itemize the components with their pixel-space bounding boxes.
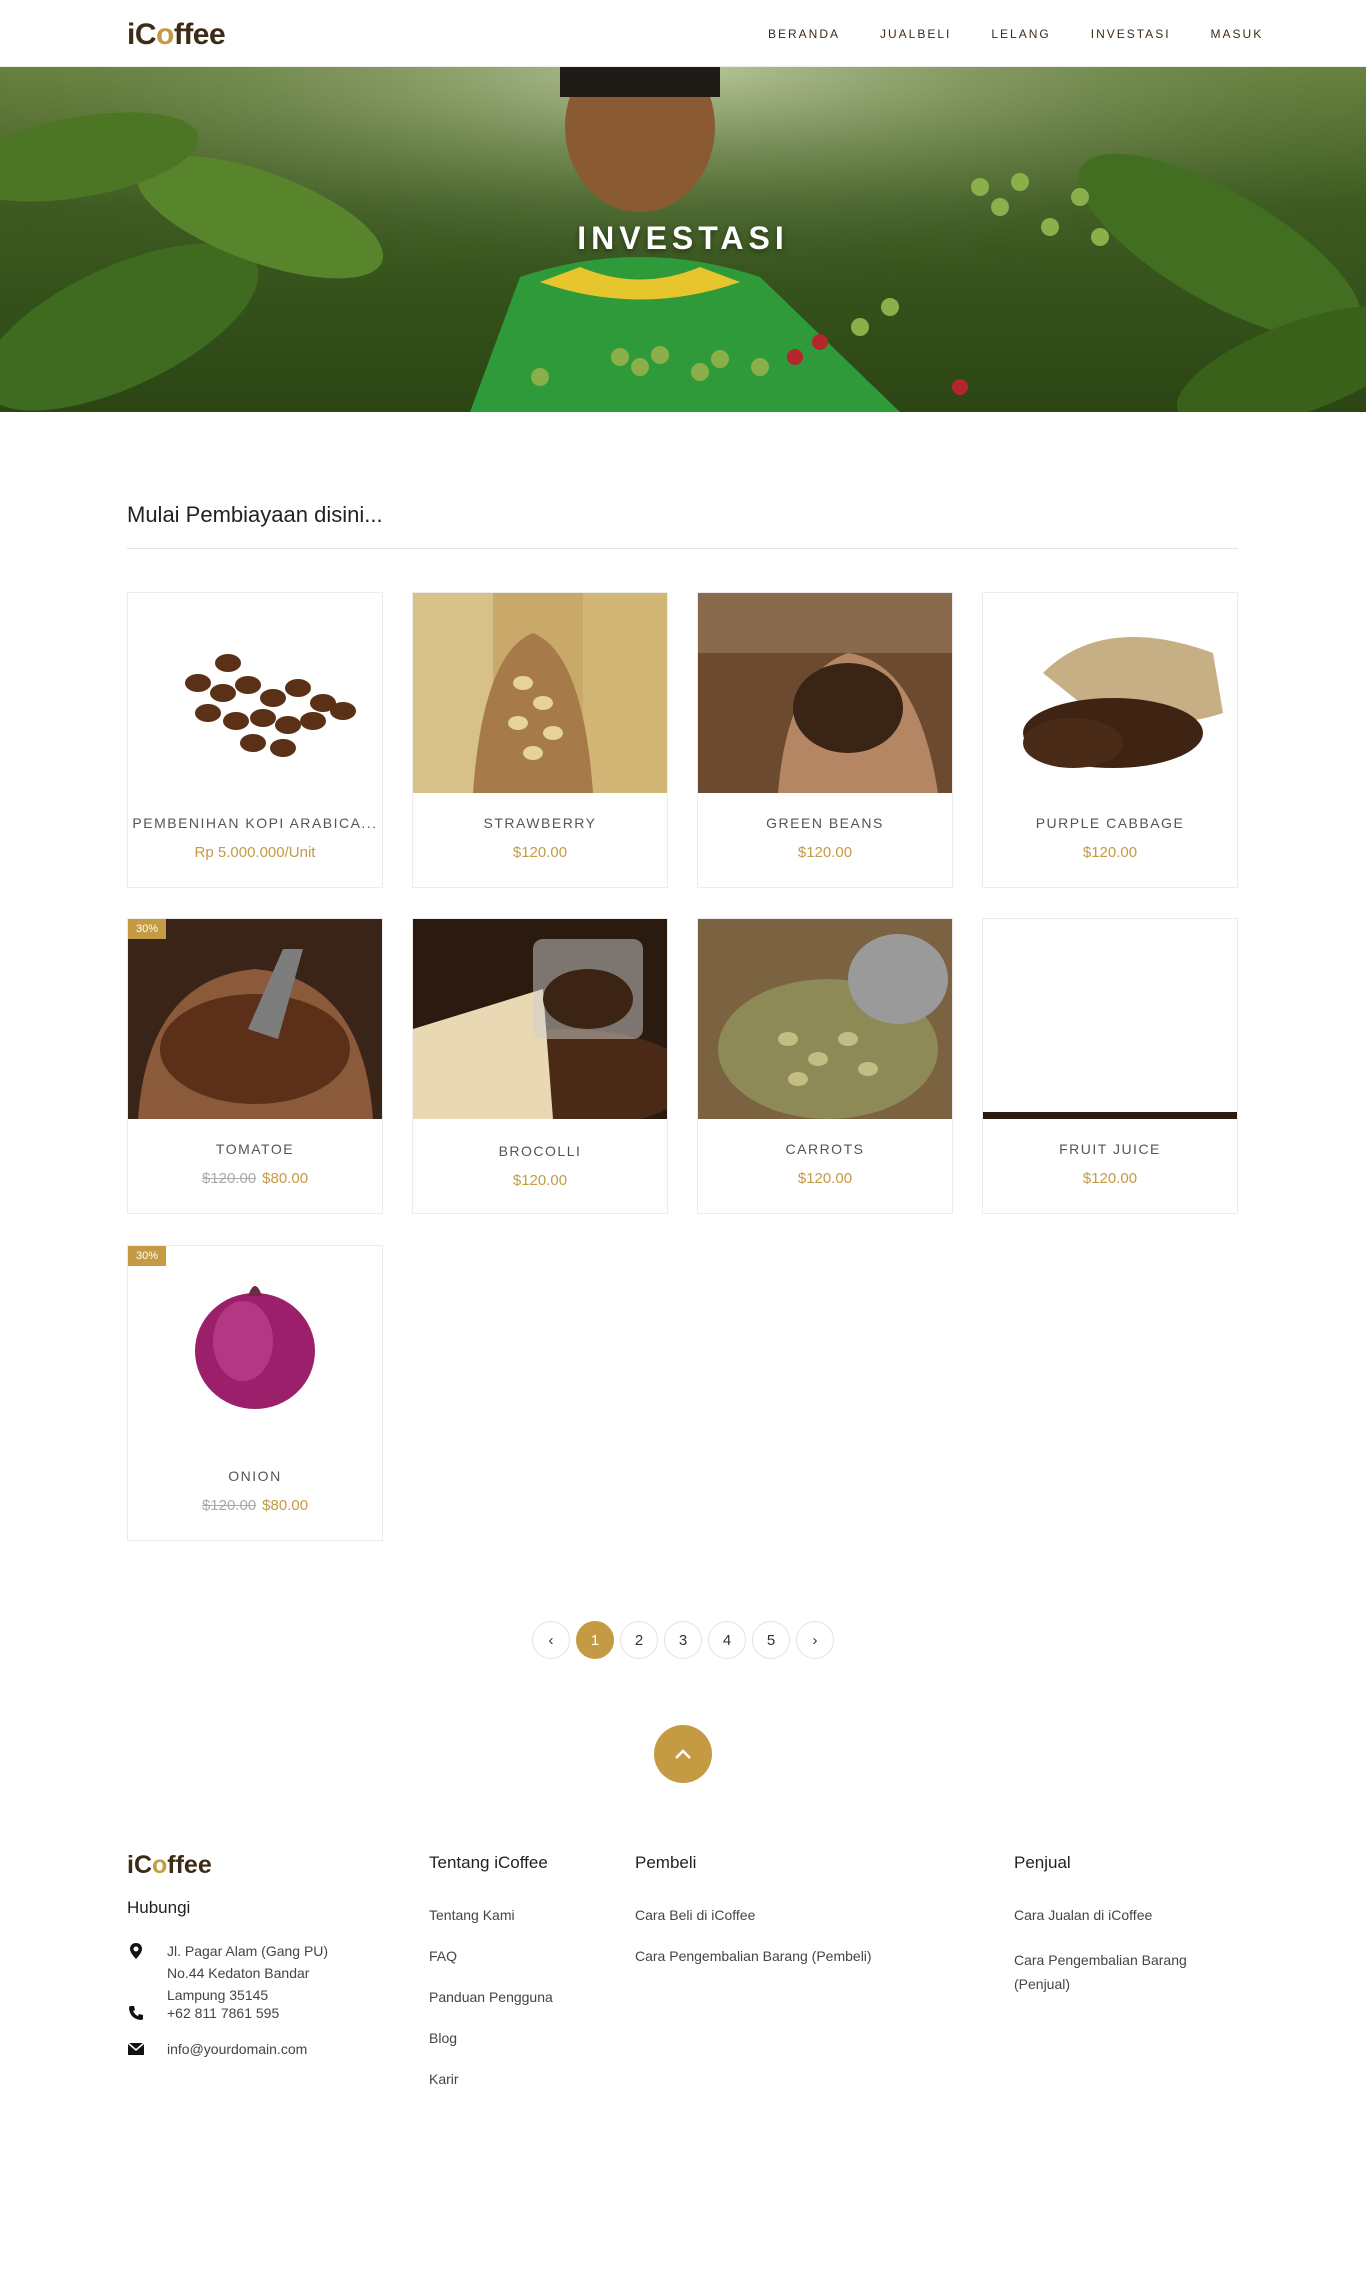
- envelope-icon: [127, 2042, 145, 2055]
- map-pin-icon: [130, 1943, 142, 1959]
- product-image-strip: [983, 1112, 1237, 1119]
- section-title: Mulai Pembiayaan disini...: [127, 502, 383, 527]
- nav-menu: BERANDA JUALBELI LELANG INVESTASI MASUK: [768, 0, 1303, 67]
- footer-phone-text: +62 811 7861 595: [167, 2005, 280, 2021]
- product-card[interactable]: BROCOLLI $120.00: [412, 918, 668, 1214]
- product-image: [698, 919, 952, 1119]
- pagination-page-4[interactable]: 4: [708, 1621, 746, 1659]
- nav-item-masuk[interactable]: MASUK: [1211, 27, 1264, 41]
- product-card[interactable]: FRUIT JUICE $120.00: [982, 918, 1238, 1214]
- pagination: ‹ 1 2 3 4 5 ›: [532, 1621, 840, 1659]
- product-image: [698, 593, 952, 793]
- product-image: [983, 593, 1237, 793]
- original-price: $120.00: [201, 1497, 257, 1514]
- nav-item-investasi[interactable]: INVESTASI: [1091, 27, 1171, 41]
- footer-about-heading: Tentang iCoffee: [429, 1853, 548, 1872]
- nav-item-jualbeli[interactable]: JUALBELI: [880, 27, 951, 41]
- footer-link-panduan[interactable]: Panduan Pengguna: [429, 1989, 553, 2005]
- pagination-page-5[interactable]: 5: [752, 1621, 790, 1659]
- product-name: PEMBENIHAN KOPI ARABICA...: [132, 815, 378, 831]
- hero-title: INVESTASI: [577, 220, 789, 256]
- footer-link-pengembalian-pembeli[interactable]: Cara Pengembalian Barang (Pembeli): [635, 1948, 872, 1964]
- product-card[interactable]: STRAWBERRY $120.00: [412, 592, 668, 888]
- footer-buyer-heading: Pembeli: [635, 1853, 697, 1872]
- product-name: BROCOLLI: [498, 1143, 582, 1159]
- pagination-page-1[interactable]: 1: [576, 1621, 614, 1659]
- pagination-next-button[interactable]: ›: [796, 1621, 834, 1659]
- product-name: PURPLE CABBAGE: [1035, 815, 1185, 831]
- product-price: $120.00: [797, 1170, 853, 1187]
- product-card[interactable]: GREEN BEANS $120.00: [697, 592, 953, 888]
- footer-link-karir[interactable]: Karir: [429, 2071, 459, 2087]
- nav-item-beranda[interactable]: BERANDA: [768, 27, 840, 41]
- discount-badge: 30%: [128, 1246, 167, 1266]
- product-image: [413, 919, 667, 1119]
- product-price: $120.00: [1082, 1170, 1138, 1187]
- section-divider: [127, 548, 1238, 549]
- original-price: $120.00: [201, 1170, 257, 1187]
- product-name: ONION: [228, 1468, 282, 1484]
- product-name: STRAWBERRY: [483, 815, 597, 831]
- footer-contact-heading: Hubungi: [127, 1898, 191, 1917]
- product-image: [128, 919, 382, 1119]
- chevron-up-icon: [675, 1749, 691, 1759]
- product-image: [128, 1246, 382, 1446]
- product-name: FRUIT JUICE: [1059, 1141, 1161, 1157]
- product-name: GREEN BEANS: [766, 815, 884, 831]
- footer-link-faq[interactable]: FAQ: [429, 1948, 457, 1964]
- footer-link-cara-jualan[interactable]: Cara Jualan di iCoffee: [1014, 1907, 1152, 1923]
- pagination-page-2[interactable]: 2: [620, 1621, 658, 1659]
- footer-link-cara-beli[interactable]: Cara Beli di iCoffee: [635, 1907, 755, 1923]
- product-card[interactable]: 30% TOMATOE $120.00 $80.00: [127, 918, 383, 1214]
- product-price: Rp 5.000.000/Unit: [194, 844, 316, 861]
- product-price: $120.00: [512, 1172, 568, 1189]
- product-image: [128, 593, 382, 793]
- product-price: $120.00 $80.00: [201, 1497, 309, 1514]
- product-image: [413, 593, 667, 793]
- footer-logo[interactable]: iCoffee: [127, 1851, 212, 1880]
- top-navbar: iCoffee BERANDA JUALBELI LELANG INVESTAS…: [0, 0, 1366, 67]
- product-price: $120.00: [797, 844, 853, 861]
- footer-link-pengembalian-penjual[interactable]: Cara Pengembalian Barang (Penjual): [1014, 1948, 1234, 1996]
- product-name: CARROTS: [785, 1141, 865, 1157]
- pagination-prev-button[interactable]: ‹: [532, 1621, 570, 1659]
- footer-email-link[interactable]: info@yourdomain.com: [167, 2038, 367, 2060]
- product-price: $120.00: [1082, 844, 1138, 861]
- footer-address-text: Jl. Pagar Alam (Gang PU) No.44 Kedaton B…: [167, 1943, 329, 2003]
- product-price: $120.00 $80.00: [201, 1170, 309, 1187]
- product-name: TOMATOE: [215, 1141, 295, 1157]
- product-card[interactable]: CARROTS $120.00: [697, 918, 953, 1214]
- pagination-page-3[interactable]: 3: [664, 1621, 702, 1659]
- brand-logo[interactable]: iCoffee: [127, 18, 226, 52]
- back-to-top-button[interactable]: [654, 1725, 712, 1783]
- nav-item-lelang[interactable]: LELANG: [991, 27, 1050, 41]
- product-card[interactable]: PEMBENIHAN KOPI ARABICA... Rp 5.000.000/…: [127, 592, 383, 888]
- product-price: $120.00: [512, 844, 568, 861]
- footer-link-tentang-kami[interactable]: Tentang Kami: [429, 1907, 515, 1923]
- product-card[interactable]: 30% ONION $120.00 $80.00: [127, 1245, 383, 1541]
- product-card[interactable]: PURPLE CABBAGE $120.00: [982, 592, 1238, 888]
- discount-badge: 30%: [128, 919, 167, 939]
- footer-seller-heading: Penjual: [1014, 1853, 1071, 1872]
- hero-banner: INVESTASI: [0, 67, 1366, 412]
- footer-link-blog[interactable]: Blog: [429, 2030, 457, 2046]
- phone-icon: [129, 2006, 143, 2020]
